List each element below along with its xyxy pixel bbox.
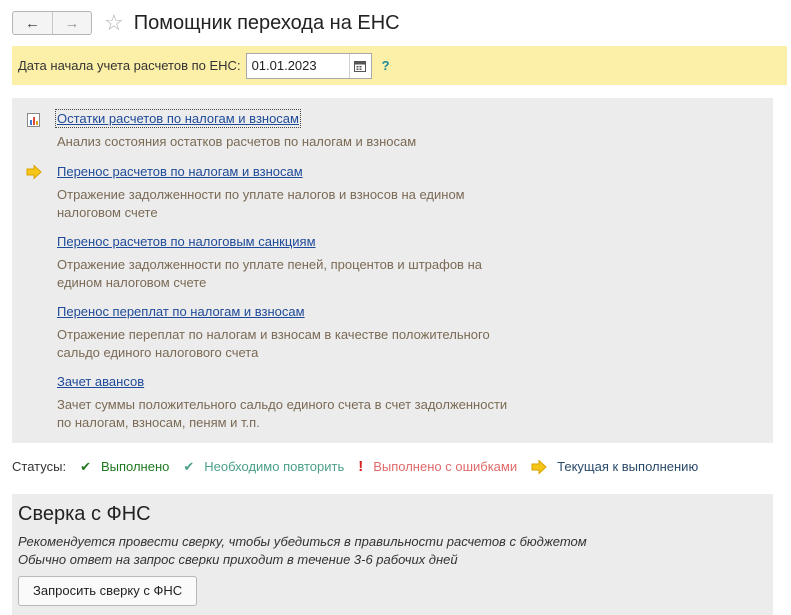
status-legend-label: Статусы:: [12, 459, 67, 474]
reconciliation-note: Рекомендуется провести сверку, чтобы убе…: [18, 534, 587, 549]
step-description: Отражение задолженности по уплате пеней,…: [57, 257, 482, 290]
forward-button[interactable]: →: [52, 12, 91, 34]
back-arrow-icon: ←: [25, 14, 40, 32]
report-icon: [27, 113, 40, 127]
step-link[interactable]: Зачет авансов: [57, 374, 144, 389]
request-reconciliation-button[interactable]: Запросить сверку с ФНС: [18, 576, 198, 606]
step-link[interactable]: Перенос расчетов по налоговым санкциям: [57, 234, 316, 249]
date-value[interactable]: 01.01.2023: [247, 58, 349, 73]
status-done: ✔ Выполнено: [80, 459, 169, 475]
status-legend: Статусы: ✔ Выполнено ✔ Необходимо повтор…: [12, 458, 698, 475]
exclamation-icon: !: [358, 458, 364, 475]
section-title: Сверка с ФНС: [18, 503, 151, 525]
step-link[interactable]: Остатки расчетов по налогам и взносам: [55, 109, 301, 128]
status-text: Выполнено: [100, 459, 170, 474]
date-label: Дата начала учета расчетов по ЕНС:: [18, 58, 241, 73]
calendar-button[interactable]: [348, 53, 371, 78]
step-description: Отражение переплат по налогам и взносам …: [57, 327, 490, 360]
checkmark-outline-icon: ✔: [183, 458, 195, 474]
step-description: Отражение задолженности по уплате налого…: [57, 187, 465, 220]
favorite-star-icon[interactable]: ☆: [104, 12, 124, 34]
title-bar: ← → ☆ Помощник перехода на ЕНС: [12, 10, 400, 36]
back-button[interactable]: ←: [13, 12, 52, 34]
steps-panel: Остатки расчетов по налогам и взносам Ан…: [12, 98, 773, 443]
status-error: ! Выполнено с ошибками: [358, 458, 517, 475]
date-field[interactable]: 01.01.2023: [245, 52, 372, 79]
step-link[interactable]: Перенос переплат по налогам и взносам: [57, 304, 305, 319]
step-description: Анализ состояния остатков расчетов по на…: [57, 134, 417, 149]
date-bar: Дата начала учета расчетов по ЕНС: 01.01…: [12, 46, 787, 85]
help-icon[interactable]: ?: [382, 58, 390, 73]
status-text: Необходимо повторить: [204, 459, 345, 474]
reconciliation-panel: Сверка с ФНС Рекомендуется провести свер…: [12, 494, 773, 615]
calendar-icon: [354, 60, 367, 72]
page-title: Помощник перехода на ЕНС: [133, 11, 400, 34]
status-text: Выполнено с ошибками: [373, 459, 518, 474]
forward-arrow-icon: →: [64, 14, 80, 32]
status-current: Текущая к выполнению: [531, 458, 699, 475]
current-arrow-icon: [531, 458, 547, 475]
checkmark-icon: ✔: [80, 458, 91, 474]
navigation-buttons: ← →: [12, 11, 92, 35]
step-description: Зачет суммы положительного сальдо единог…: [57, 397, 508, 430]
current-arrow-icon: [26, 164, 42, 180]
step-link[interactable]: Перенос расчетов по налогам и взносам: [57, 164, 303, 179]
reconciliation-note: Обычно ответ на запрос сверки приходит в…: [18, 552, 458, 567]
status-repeat: ✔ Необходимо повторить: [183, 459, 344, 475]
status-text: Текущая к выполнению: [557, 459, 699, 474]
